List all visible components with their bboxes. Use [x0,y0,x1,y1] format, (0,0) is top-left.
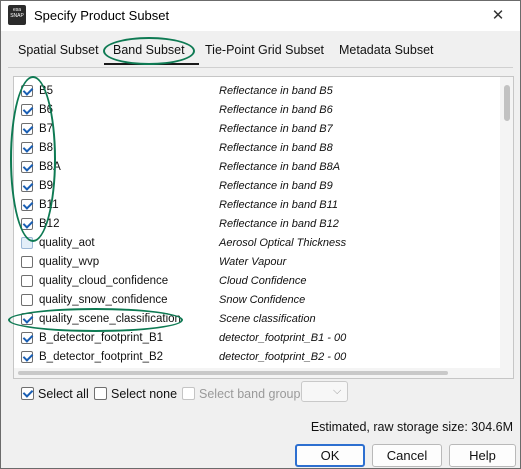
select-none-checkbox[interactable] [94,387,107,400]
band-row[interactable]: B6 Reflectance in band B6 [14,101,499,120]
band-description: Reflectance in band B9 [219,180,333,192]
help-button[interactable]: Help [449,444,516,467]
annotation-ellipse-band-subset-tab [103,37,195,65]
close-icon[interactable]: ✕ [476,1,520,31]
band-description: Reflectance in band B8 [219,142,333,154]
band-row[interactable]: B8A Reflectance in band B8A [14,158,499,177]
band-checkbox[interactable] [21,275,33,287]
band-row[interactable]: B7 Reflectance in band B7 [14,120,499,139]
band-name: quality_aot [39,237,95,249]
band-name: quality_cloud_confidence [39,275,169,287]
band-list[interactable]: B_detector_footprint_B2 detector_footprin… [13,76,514,379]
tab-spatial-subset[interactable]: Spatial Subset [18,43,99,57]
dialog-title: Specify Product Subset [34,8,170,23]
band-checkbox[interactable] [21,294,33,306]
selection-controls: Select all Select none Select band group [0,385,521,403]
tab-tie-point-grid-subset[interactable]: Tie-Point Grid Subset [205,43,324,57]
vertical-scroll-thumb[interactable] [504,85,510,121]
annotation-ellipse-scene-classification [8,308,183,332]
band-description: Reflectance in band B7 [219,123,333,135]
band-row[interactable]: B_detector_footprint_B2 detector_footprin… [14,348,499,367]
band-name: quality_wvp [39,256,100,268]
band-description: Reflectance in band B6 [219,104,333,116]
select-none-label[interactable]: Select none [111,387,177,401]
horizontal-scrollbar[interactable] [14,368,513,378]
band-checkbox[interactable] [21,332,33,344]
cancel-button[interactable]: Cancel [372,444,442,467]
band-description: Reflectance in band B5 [219,85,333,97]
band-description: Scene classification [219,313,316,325]
select-band-group-label: Select band group [199,387,301,401]
band-description: Reflectance in band B11 [219,199,339,211]
band-name: B_detector_footprint_B2 [39,351,164,363]
band-row[interactable]: B9 Reflectance in band B9 [14,177,499,196]
band-row[interactable]: B5 Reflectance in band B5 [14,82,499,101]
band-description: Cloud Confidence [219,275,307,287]
chevron-down-icon: ⌵ [333,385,342,397]
band-row[interactable]: B12 Reflectance in band B12 [14,215,499,234]
select-all-checkbox[interactable] [21,387,34,400]
title-bar: esa SNAP Specify Product Subset ✕ [1,1,520,31]
snap-app-icon: esa SNAP [8,5,26,25]
band-group-dropdown: ⌵ [301,381,348,402]
band-description: Snow Confidence [219,294,306,306]
band-name: quality_snow_confidence [39,294,168,306]
band-row[interactable]: B8 Reflectance in band B8 [14,139,499,158]
band-description: Reflectance in band B12 [219,218,339,230]
select-all-label[interactable]: Select all [38,387,89,401]
select-band-group-checkbox [182,387,195,400]
tab-separator [8,67,513,68]
horizontal-scroll-thumb[interactable] [18,371,448,375]
annotation-ellipse-checked-bands [10,76,56,242]
band-description: detector_footprint_B1 - 00 [219,332,347,344]
band-checkbox[interactable] [21,351,33,363]
storage-size-estimate: Estimated, raw storage size: 304.6M [310,420,513,434]
tab-bar: Spatial Subset Band Subset Tie-Point Gri… [8,39,513,65]
tab-metadata-subset[interactable]: Metadata Subset [339,43,434,57]
band-row[interactable]: quality_aot Aerosol Optical Thickness [14,234,499,253]
band-description: detector_footprint_B2 - 00 [219,351,347,363]
band-description: Reflectance in band B8A [219,161,341,173]
band-checkbox[interactable] [21,256,33,268]
ok-button[interactable]: OK [295,444,365,467]
band-description: Aerosol Optical Thickness [219,237,347,249]
band-row[interactable]: B11 Reflectance in band B11 [14,196,499,215]
band-description: Water Vapour [219,256,287,268]
band-row[interactable]: quality_wvp Water Vapour [14,253,499,272]
band-row[interactable]: quality_cloud_confidence Cloud Confidence [14,272,499,291]
band-name: B_detector_footprint_B1 [39,332,164,344]
vertical-scrollbar[interactable] [500,77,513,378]
